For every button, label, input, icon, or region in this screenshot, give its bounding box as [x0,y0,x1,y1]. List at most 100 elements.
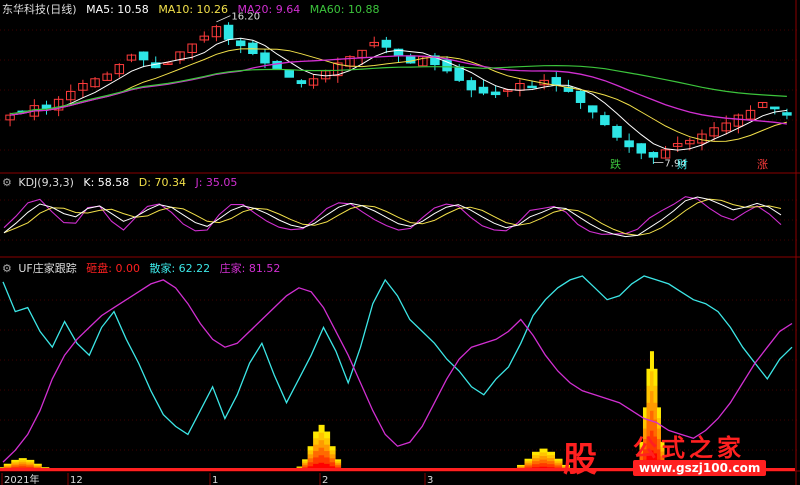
funds-bar-segment [33,463,42,466]
kdj-d-label: D: 70.34 [138,176,186,189]
funds-bar-segment [539,448,548,453]
funds-bar-segment [318,424,325,433]
funds-bar-segment [318,447,325,456]
funds-bar-segment [329,454,336,459]
funds-bar-segment [302,459,309,462]
candle-body [636,143,647,154]
ma10-label: MA10: 10.26 [158,3,229,16]
funds-bar-segment [539,459,548,464]
funds-bar-segment [296,466,303,468]
funds-bar-segment [3,463,12,466]
candle-body [272,60,282,70]
funds-bar-segment [524,460,533,463]
funds-bar-segment [41,467,50,468]
funds-bar-segment [335,461,342,464]
funds-bar-segment [335,462,342,465]
candle-body [600,115,610,126]
x-axis-label: 3 [427,475,433,485]
candle-body [648,152,659,158]
funds-bar-segment [653,385,658,403]
funds-bar-segment [307,462,314,467]
settings-gear-icon[interactable]: ⚙ [2,176,12,189]
funds-bar-segment [307,454,314,459]
stock-chart: 16.207.94跌财涨 2021年 12 1 2 3 [0,0,800,485]
candle-body [551,77,562,86]
signal-marker: 跌 [610,157,621,171]
candle-body [260,52,270,64]
funds-bar-segment [302,464,309,467]
funds-bar-segment [539,462,548,467]
candle-body [624,140,634,148]
candle-body [782,112,792,116]
kdj-k-label: K: 58.58 [83,176,130,189]
kdj-j-label: J: 35.05 [195,176,238,189]
funds-bar-segment [318,454,325,463]
candle-body [138,51,149,61]
funds-bar-segment [656,407,661,419]
candle-body [235,40,246,47]
signal-marker: 涨 [757,158,768,171]
funds-bar-segment [547,457,556,462]
funds-bar-segment [524,458,533,461]
funds-bar-segment [524,464,533,467]
funds-bar-segment [307,446,314,451]
ma10-line [10,48,788,142]
logo-char: 股 [563,440,597,480]
funds-bar-segment [329,458,336,463]
funds-bar-segment [649,351,654,372]
funds-bar-segment [547,454,556,459]
funds-bar-segment [324,431,331,439]
candle-body [612,125,622,138]
funds-bar-segment [547,463,556,468]
candle-body [478,86,489,94]
funds-bar-segment [302,461,309,464]
watermark-site-name: 公式之家 [633,434,745,462]
funds-bar-segment [318,439,325,448]
funds-bar-segment [18,464,27,467]
funds-bar-segment [307,458,314,463]
funds-bar-segment [517,464,526,467]
candle-body [527,85,537,89]
funds-bar-segment [642,407,647,419]
watermark: 股 公式之家 www.gszj100.com [555,428,795,480]
funds-bar-segment [324,450,331,458]
funds-bar-segment [539,452,548,457]
funds-bar-segment [532,463,541,468]
funds-bar-segment [329,446,336,451]
funds-bar-segment [646,385,651,403]
funds-bar-segment [324,457,331,464]
funds-bar-segment [653,368,658,386]
funds-bar-segment [324,437,331,445]
funds-bar-segment [646,368,651,386]
funds-bar-segment [18,466,27,469]
chart-grid [0,0,800,485]
stock-title[interactable]: 东华科技(日线) [2,3,77,16]
funds-bar-segment [329,450,336,455]
funds-bar-segment [18,458,27,461]
kdj-panel-header: ⚙ KDJ(9,3,3) K: 58.58 D: 70.34 J: 35.05 [2,176,243,189]
kdj-title[interactable]: KDJ(9,3,3) [18,176,74,189]
candlestick-panel: 16.207.94跌财涨 [5,12,792,171]
watermark-url[interactable]: www.gszj100.com [633,460,767,476]
funds-bar-segment [649,390,654,411]
candle-body [466,80,477,91]
funds-bar-segment [26,459,35,462]
funds-bar-segment [313,450,320,458]
candle-body [575,90,586,103]
funds-bar-segment [324,444,331,452]
uf-panel-header: ⚙ UF庄家跟踪 砸盘: 0.00 散家: 62.22 庄家: 81.52 [2,260,286,276]
funds-bar-segment [653,402,658,420]
funds-bar-segment [18,462,27,465]
candle-body [296,80,307,85]
funds-bar-segment [532,454,541,459]
ma5-label: MA5: 10.58 [86,3,149,16]
settings-gear-icon[interactable]: ⚙ [2,262,12,275]
candle-body [284,69,295,78]
funds-bar-segment [302,462,309,465]
candle-body [587,105,598,113]
uf-title[interactable]: UF庄家跟踪 [18,262,76,275]
uf-main-label: 庄家: 81.52 [219,262,281,275]
funds-bar-segment [313,457,320,464]
time-axis: 2021年 12 1 2 3 [1,473,433,485]
funds-bar-segment [532,457,541,462]
